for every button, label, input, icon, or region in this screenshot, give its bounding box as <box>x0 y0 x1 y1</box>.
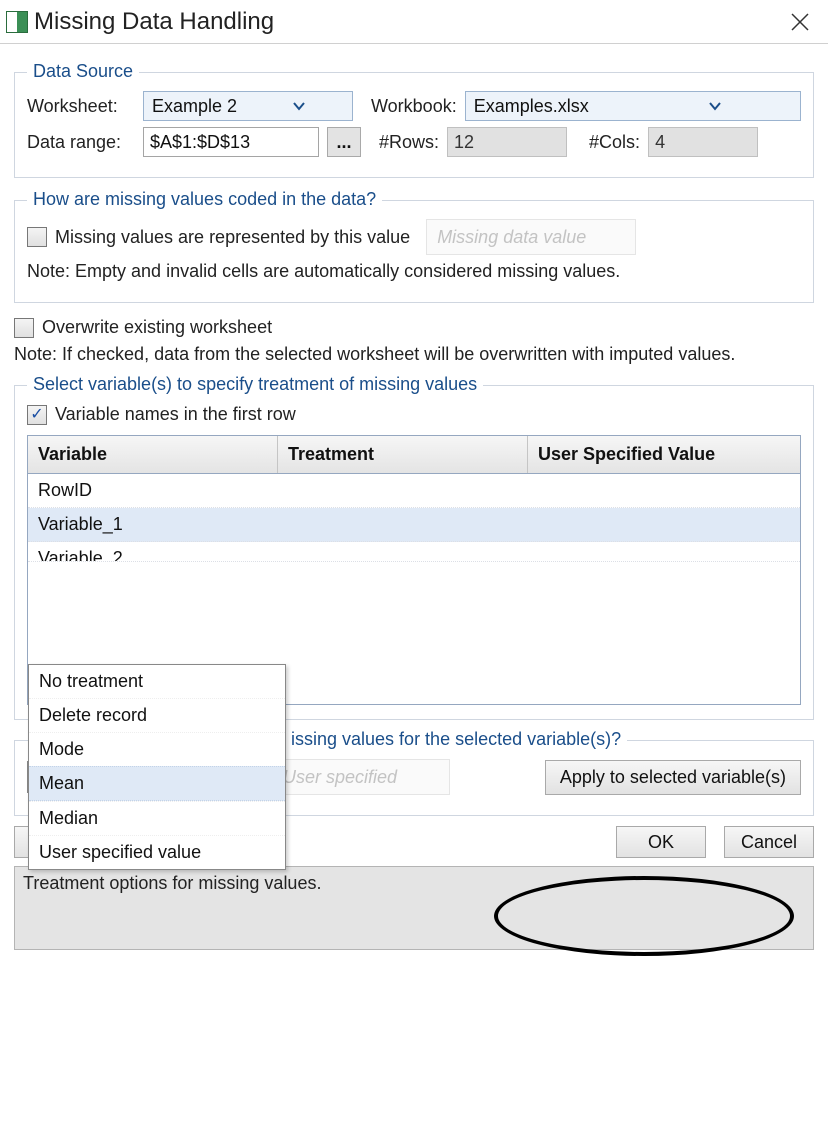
label-workbook: Workbook: <box>371 96 457 117</box>
group-missing-coded: How are missing values coded in the data… <box>14 200 814 303</box>
window-title: Missing Data Handling <box>34 8 778 36</box>
button-apply-selected[interactable]: Apply to selected variable(s) <box>545 760 801 795</box>
label-missing-value: Missing values are represented by this v… <box>55 227 410 248</box>
checkbox-first-row-names[interactable] <box>27 405 47 425</box>
checkbox-missing-value[interactable] <box>27 227 47 247</box>
label-first-row-names: Variable names in the first row <box>55 404 296 425</box>
input-missing-value: Missing data value <box>426 219 636 255</box>
statusbar: Treatment options for missing values. <box>14 866 814 950</box>
variables-table-header: Variable Treatment User Specified Value <box>28 436 800 474</box>
button-browse-range[interactable]: ... <box>327 127 361 157</box>
label-cols: #Cols: <box>589 132 640 153</box>
combo-workbook[interactable]: Examples.xlsx <box>465 91 801 121</box>
input-datarange[interactable]: $A$1:$D$13 <box>143 127 319 157</box>
output-rows: 12 <box>447 127 567 157</box>
chevron-down-icon <box>635 99 796 113</box>
note-overwrite: Note: If checked, data from the selected… <box>14 344 814 365</box>
note-auto-missing: Note: Empty and invalid cells are automa… <box>27 261 801 282</box>
input-missing-value-placeholder: Missing data value <box>437 227 586 248</box>
option-user-specified[interactable]: User specified value <box>29 835 285 869</box>
combo-worksheet-value: Example 2 <box>152 96 250 117</box>
option-median[interactable]: Median <box>29 801 285 835</box>
col-variable[interactable]: Variable <box>28 436 278 473</box>
input-user-specified: User specified <box>272 759 450 795</box>
legend-treat-missing-partial: issing values for the selected variable(… <box>285 729 627 750</box>
output-cols-value: 4 <box>655 132 665 153</box>
chevron-down-icon <box>250 99 348 113</box>
group-data-source: Data Source Worksheet: Example 2 Workboo… <box>14 72 814 178</box>
app-icon <box>6 11 28 33</box>
table-row[interactable]: RowID <box>28 474 800 508</box>
option-mode[interactable]: Mode <box>29 732 285 766</box>
legend-missing-coded: How are missing values coded in the data… <box>27 189 382 210</box>
label-worksheet: Worksheet: <box>27 96 135 117</box>
treatment-dropdown-list[interactable]: No treatment Delete record Mode Mean Med… <box>28 664 286 870</box>
titlebar: Missing Data Handling <box>0 0 828 44</box>
label-overwrite: Overwrite existing worksheet <box>42 317 272 338</box>
legend-select-variables: Select variable(s) to specify treatment … <box>27 374 483 395</box>
table-row[interactable]: Variable_2 <box>28 542 800 562</box>
label-datarange: Data range: <box>27 132 135 153</box>
option-no-treatment[interactable]: No treatment <box>29 665 285 698</box>
option-mean[interactable]: Mean <box>29 766 285 801</box>
button-ok[interactable]: OK <box>616 826 706 858</box>
checkbox-overwrite[interactable] <box>14 318 34 338</box>
label-rows: #Rows: <box>379 132 439 153</box>
button-apply-selected-label: Apply to selected variable(s) <box>560 767 786 787</box>
combo-workbook-value: Examples.xlsx <box>474 96 635 117</box>
option-delete-record[interactable]: Delete record <box>29 698 285 732</box>
combo-worksheet[interactable]: Example 2 <box>143 91 353 121</box>
input-datarange-value: $A$1:$D$13 <box>150 132 250 153</box>
legend-data-source: Data Source <box>27 61 139 82</box>
button-cancel[interactable]: Cancel <box>724 826 814 858</box>
col-user-value[interactable]: User Specified Value <box>528 436 800 473</box>
close-button[interactable] <box>778 0 822 44</box>
output-cols: 4 <box>648 127 758 157</box>
close-icon <box>790 12 810 32</box>
input-user-specified-placeholder: User specified <box>283 767 397 788</box>
col-treatment[interactable]: Treatment <box>278 436 528 473</box>
output-rows-value: 12 <box>454 132 474 153</box>
table-row[interactable]: Variable_1 <box>28 508 800 542</box>
status-text: Treatment options for missing values. <box>23 873 321 893</box>
